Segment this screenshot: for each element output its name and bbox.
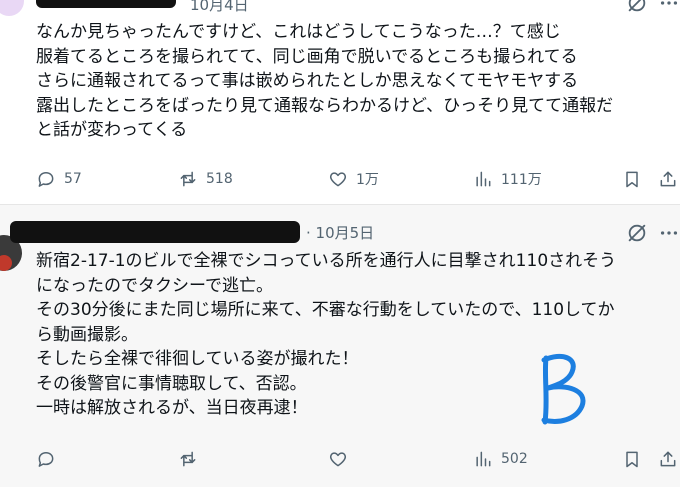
views-count: 111万: [501, 172, 542, 188]
share-icon: [660, 451, 676, 467]
reply-button[interactable]: 57: [36, 164, 82, 194]
post-text-line: ら動画撮影。: [36, 324, 138, 345]
avatar[interactable]: [0, 0, 24, 16]
bookmark-button[interactable]: [622, 444, 642, 474]
post-text-line: 露出したところをばったり見て通報ならわかるけど、ひっそり見てて通報だ: [36, 95, 614, 116]
reply-icon: [38, 172, 54, 187]
redacted-username: [36, 0, 176, 8]
like-button[interactable]: [328, 444, 348, 474]
more-options-icon[interactable]: [658, 0, 680, 14]
share-icon: [660, 171, 676, 187]
views-button[interactable]: 502: [473, 444, 528, 474]
post-text-line: その後警官に事情聴取して、否認。: [36, 373, 307, 394]
action-bar: 57 518 1万 111万: [0, 164, 680, 194]
reply-count: 57: [64, 171, 82, 187]
views-button[interactable]: 111万: [473, 164, 542, 194]
repost-count: 518: [206, 171, 233, 187]
post-text-line: 新宿2-17-1のビルで全裸でシコっている所を通行人に目撃され110されそう: [36, 251, 617, 271]
views-count: 502: [501, 451, 528, 467]
post-text-line: 一時は解放されるが、当日夜再逮！: [36, 398, 308, 418]
grok-icon[interactable]: [626, 222, 648, 244]
post-text: なんか見ちゃったんですけど、これはどうしてこうなった…？て感じ 服着てるところを…: [36, 20, 613, 143]
handwritten-b-annotation: [541, 354, 586, 425]
grok-icon[interactable]: [626, 0, 648, 14]
post-text-line: その30分後にまた同じ場所に来て、不審な行動をしていたので、110してか: [36, 300, 615, 320]
post-text-line: そしたら全裸で徘徊している姿が撮れた！: [36, 349, 359, 369]
reply-button[interactable]: [36, 444, 56, 474]
tweet-post-1[interactable]: 10月4日 なんか見ちゃったんですけど、これはどうしてこうなった…？て感じ 服着…: [0, 0, 680, 205]
bookmark-icon: [626, 171, 638, 188]
more-options-icon[interactable]: [658, 222, 680, 244]
repost-icon: [180, 171, 196, 187]
post-text: 新宿2-17-1のビルで全裸でシコっている所を通行人に目撃され110されそう に…: [36, 249, 616, 421]
post-date[interactable]: 10月4日: [190, 0, 249, 15]
action-bar: 502: [0, 444, 680, 474]
like-icon: [329, 452, 347, 467]
repost-button[interactable]: [178, 444, 198, 474]
repost-icon: [180, 451, 196, 467]
post-text-line: になったのでタクシーで逃亡。: [36, 275, 273, 296]
tweet-post-2[interactable]: · 10月5日 新宿2-17-1のビルで全裸でシコっている所を通行人に目撃され1…: [0, 205, 680, 487]
bookmark-icon: [626, 451, 638, 468]
redacted-username: [10, 221, 300, 243]
post-date-text: 10月5日: [315, 224, 375, 242]
bookmark-button[interactable]: [622, 164, 642, 194]
repost-button[interactable]: 518: [178, 164, 233, 194]
like-count: 1万: [356, 172, 379, 188]
post-date[interactable]: · 10月5日: [306, 222, 374, 243]
post-text-line: さらに通報されてるって事は嵌められたとしか思えなくてモヤモヤする: [36, 71, 579, 91]
views-icon: [476, 171, 491, 187]
like-icon: [329, 172, 347, 187]
like-button[interactable]: 1万: [328, 164, 379, 194]
post-text-line: なんか見ちゃったんですけど、これはどうしてこうなった…？て感じ: [36, 22, 561, 42]
post-text-line: と話が変わってくる: [36, 120, 188, 140]
share-button[interactable]: [658, 444, 678, 474]
post-text-line: 服着てるところを撮られてて、同じ画角で脱いでるところも撮られてる: [36, 46, 578, 67]
reply-icon: [38, 452, 54, 467]
share-button[interactable]: [658, 164, 678, 194]
views-icon: [476, 451, 491, 467]
